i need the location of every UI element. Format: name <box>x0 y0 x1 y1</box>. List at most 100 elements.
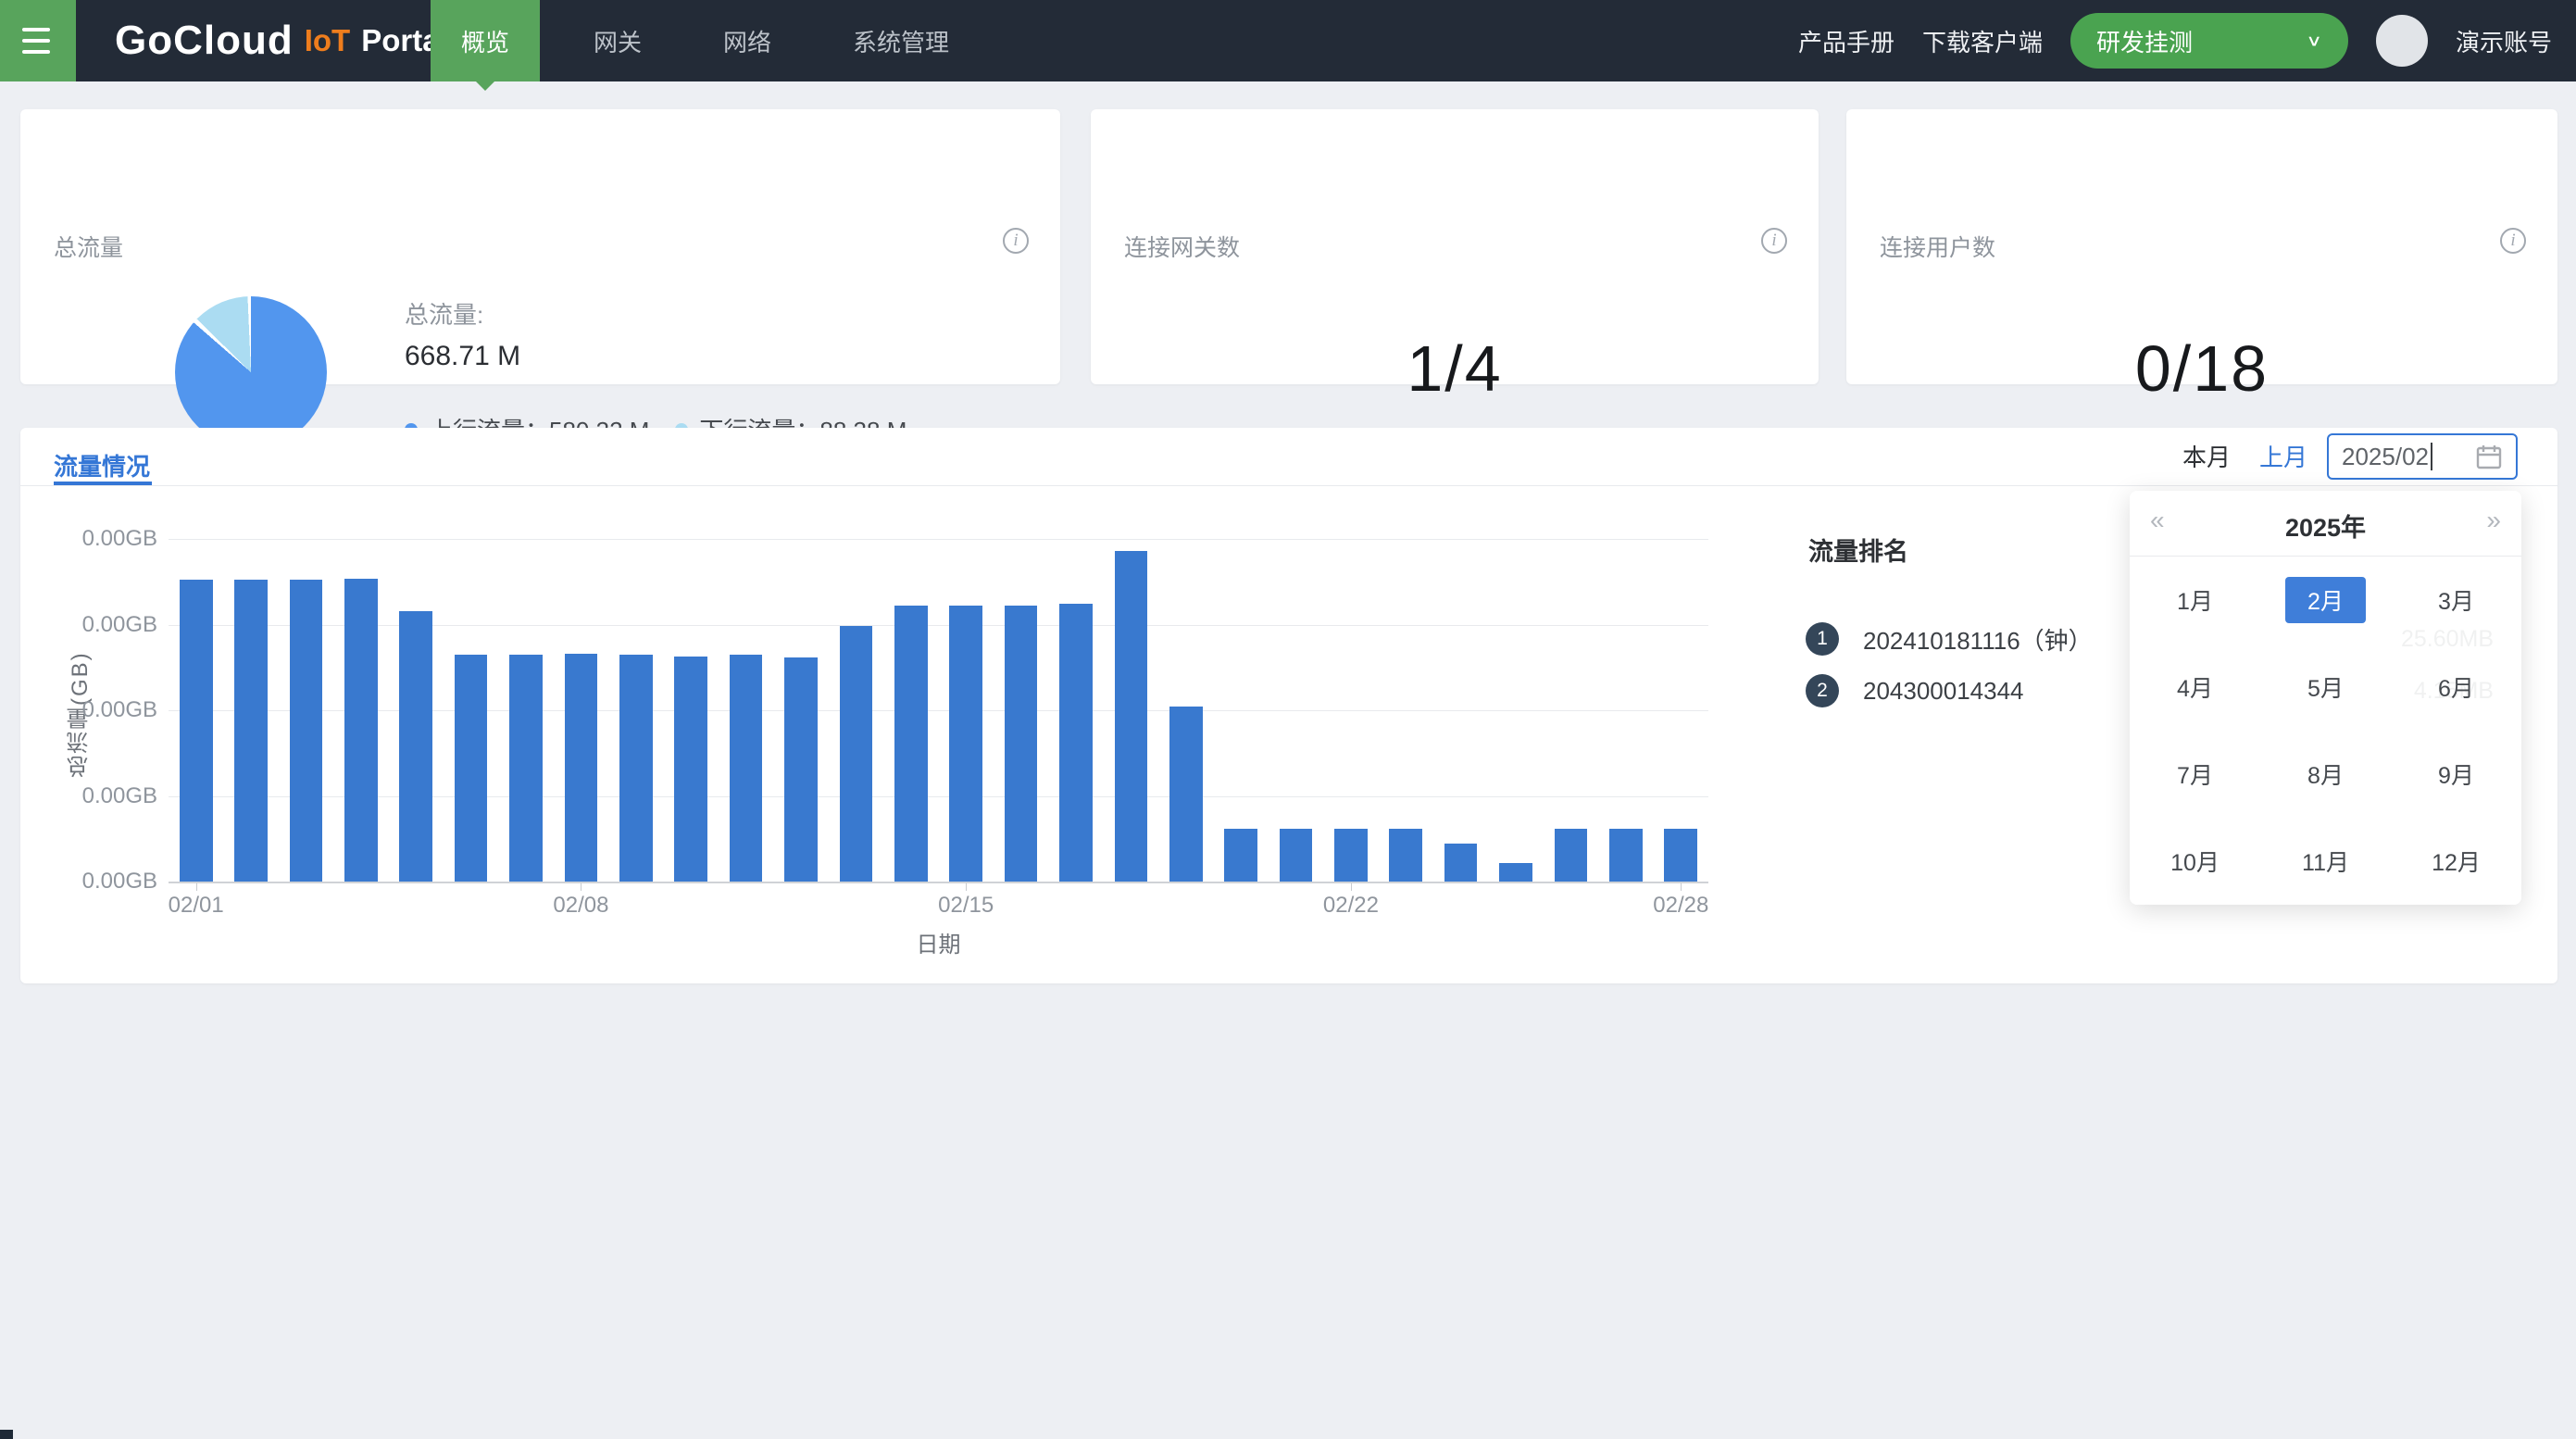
bar-slot-02/05 <box>389 539 444 882</box>
info-icon[interactable]: i <box>2500 228 2526 254</box>
bar-02/24[interactable] <box>1444 844 1478 882</box>
bar-02/15[interactable] <box>949 606 982 882</box>
month-cell-label: 5月 <box>2285 664 2366 710</box>
ranking-device-id[interactable]: 202410181116（钟） <box>1863 622 2093 657</box>
month-cell-2月[interactable]: 2月 <box>2260 557 2391 644</box>
bar-02/23[interactable] <box>1389 829 1422 882</box>
bar-02/20[interactable] <box>1224 829 1257 882</box>
bar-02/18[interactable] <box>1115 551 1148 882</box>
month-cell-3月[interactable]: 3月 <box>2391 557 2521 644</box>
bar-02/06[interactable] <box>455 655 488 882</box>
bar-02/09[interactable] <box>619 655 653 882</box>
bar-02/01[interactable] <box>180 580 213 882</box>
project-selector-dropdown[interactable]: 研发挂测 ∨ <box>2070 13 2348 69</box>
nav-tab-网络[interactable]: 网络 <box>695 0 799 81</box>
month-cell-12月[interactable]: 12月 <box>2391 818 2521 905</box>
bar-chart <box>169 539 1708 882</box>
bar-02/08[interactable] <box>565 654 598 882</box>
x-tick-label: 02/08 <box>553 893 608 919</box>
bar-slot-02/10 <box>664 539 719 882</box>
bar-02/10[interactable] <box>674 657 707 882</box>
logo-text-iot: IoT <box>305 23 350 58</box>
total-traffic-value: 668.71 M <box>405 341 520 372</box>
bar-slot-02/25 <box>1488 539 1543 882</box>
month-cell-7月[interactable]: 7月 <box>2130 731 2260 818</box>
bar-02/28[interactable] <box>1664 829 1697 882</box>
month-cell-label: 7月 <box>2155 751 2235 797</box>
text-cursor <box>2431 443 2432 470</box>
bar-slot-02/11 <box>719 539 773 882</box>
x-tick-mark <box>196 883 197 891</box>
product-manual-link[interactable]: 产品手册 <box>1798 24 1894 58</box>
info-icon[interactable]: i <box>1761 228 1787 254</box>
bar-02/26[interactable] <box>1555 829 1588 882</box>
nav-tab-label: 网络 <box>723 24 771 58</box>
bar-02/14[interactable] <box>894 606 928 882</box>
bar-slot-02/08 <box>554 539 608 882</box>
bar-02/16[interactable] <box>1005 606 1038 882</box>
tab-traffic-status[interactable]: 流量情况 <box>54 448 150 482</box>
bar-02/05[interactable] <box>399 611 432 882</box>
nav-tab-概览[interactable]: 概览 <box>431 0 540 81</box>
bar-02/03[interactable] <box>290 580 323 882</box>
bar-slot-02/01 <box>169 539 223 882</box>
bar-slot-02/17 <box>1048 539 1103 882</box>
month-cell-label: 12月 <box>2409 838 2503 884</box>
this-month-button[interactable]: 本月 <box>2182 439 2231 473</box>
month-cell-10月[interactable]: 10月 <box>2130 818 2260 905</box>
panel-divider <box>20 485 2557 486</box>
bar-02/07[interactable] <box>509 655 543 882</box>
month-picker-input[interactable]: 2025/02 <box>2327 433 2518 480</box>
x-tick-mark <box>1351 883 1352 891</box>
month-cell-9月[interactable]: 9月 <box>2391 731 2521 818</box>
bar-02/11[interactable] <box>730 655 763 882</box>
x-axis-title: 日期 <box>169 926 1708 958</box>
nav-tab-系统管理[interactable]: 系统管理 <box>825 0 977 81</box>
month-picker-header: « 2025年 » <box>2130 491 2521 557</box>
month-cell-8月[interactable]: 8月 <box>2260 731 2391 818</box>
card-title: 连接网关数 <box>1124 230 1240 263</box>
ranking-device-id[interactable]: 204300014344 <box>1863 677 2024 706</box>
bar-02/13[interactable] <box>840 626 873 882</box>
bar-02/19[interactable] <box>1169 707 1203 882</box>
bar-02/02[interactable] <box>234 580 268 882</box>
info-icon[interactable]: i <box>1003 228 1029 254</box>
bar-02/04[interactable] <box>344 579 378 882</box>
bar-slot-02/15 <box>938 539 993 882</box>
last-month-button[interactable]: 上月 <box>2259 439 2307 473</box>
active-tab-arrow <box>475 81 495 91</box>
y-tick-label: 0.00GB <box>20 612 157 638</box>
account-name[interactable]: 演示账号 <box>2456 24 2552 58</box>
bar-slot-02/22 <box>1323 539 1378 882</box>
bar-02/12[interactable] <box>784 657 818 882</box>
bar-slot-02/21 <box>1269 539 1323 882</box>
nav-tab-label: 概览 <box>461 24 509 58</box>
bar-02/25[interactable] <box>1499 863 1532 882</box>
x-tick-mark <box>966 883 967 891</box>
nav-tab-网关[interactable]: 网关 <box>566 0 669 81</box>
bar-02/27[interactable] <box>1609 829 1643 882</box>
y-tick-label: 0.00GB <box>20 869 157 895</box>
month-cell-label: 6月 <box>2416 664 2496 710</box>
x-tick-mark <box>1681 883 1682 891</box>
month-cell-6月[interactable]: 6月 <box>2391 644 2521 731</box>
traffic-pie-chart <box>175 296 327 448</box>
month-cell-11月[interactable]: 11月 <box>2260 818 2391 905</box>
month-cell-4月[interactable]: 4月 <box>2130 644 2260 731</box>
card-title: 连接用户数 <box>1880 230 1995 263</box>
bar-slot-02/24 <box>1433 539 1488 882</box>
download-client-link[interactable]: 下载客户端 <box>1922 24 2043 58</box>
bar-02/22[interactable] <box>1334 829 1368 882</box>
month-cell-1月[interactable]: 1月 <box>2130 557 2260 644</box>
month-cell-5月[interactable]: 5月 <box>2260 644 2391 731</box>
total-traffic-label: 总流量: <box>405 296 483 331</box>
hamburger-menu-button[interactable] <box>0 0 76 81</box>
bar-slot-02/12 <box>773 539 828 882</box>
month-picker-value: 2025/02 <box>2342 443 2429 471</box>
bar-02/21[interactable] <box>1280 829 1313 882</box>
avatar[interactable] <box>2376 15 2428 67</box>
month-grid: 1月2月3月 4月 5月 6月 7月 8月9月 10月11月 12月 <box>2130 557 2521 905</box>
next-year-button[interactable]: » <box>2486 506 2501 535</box>
bar-slot-02/04 <box>333 539 388 882</box>
bar-02/17[interactable] <box>1059 604 1093 882</box>
